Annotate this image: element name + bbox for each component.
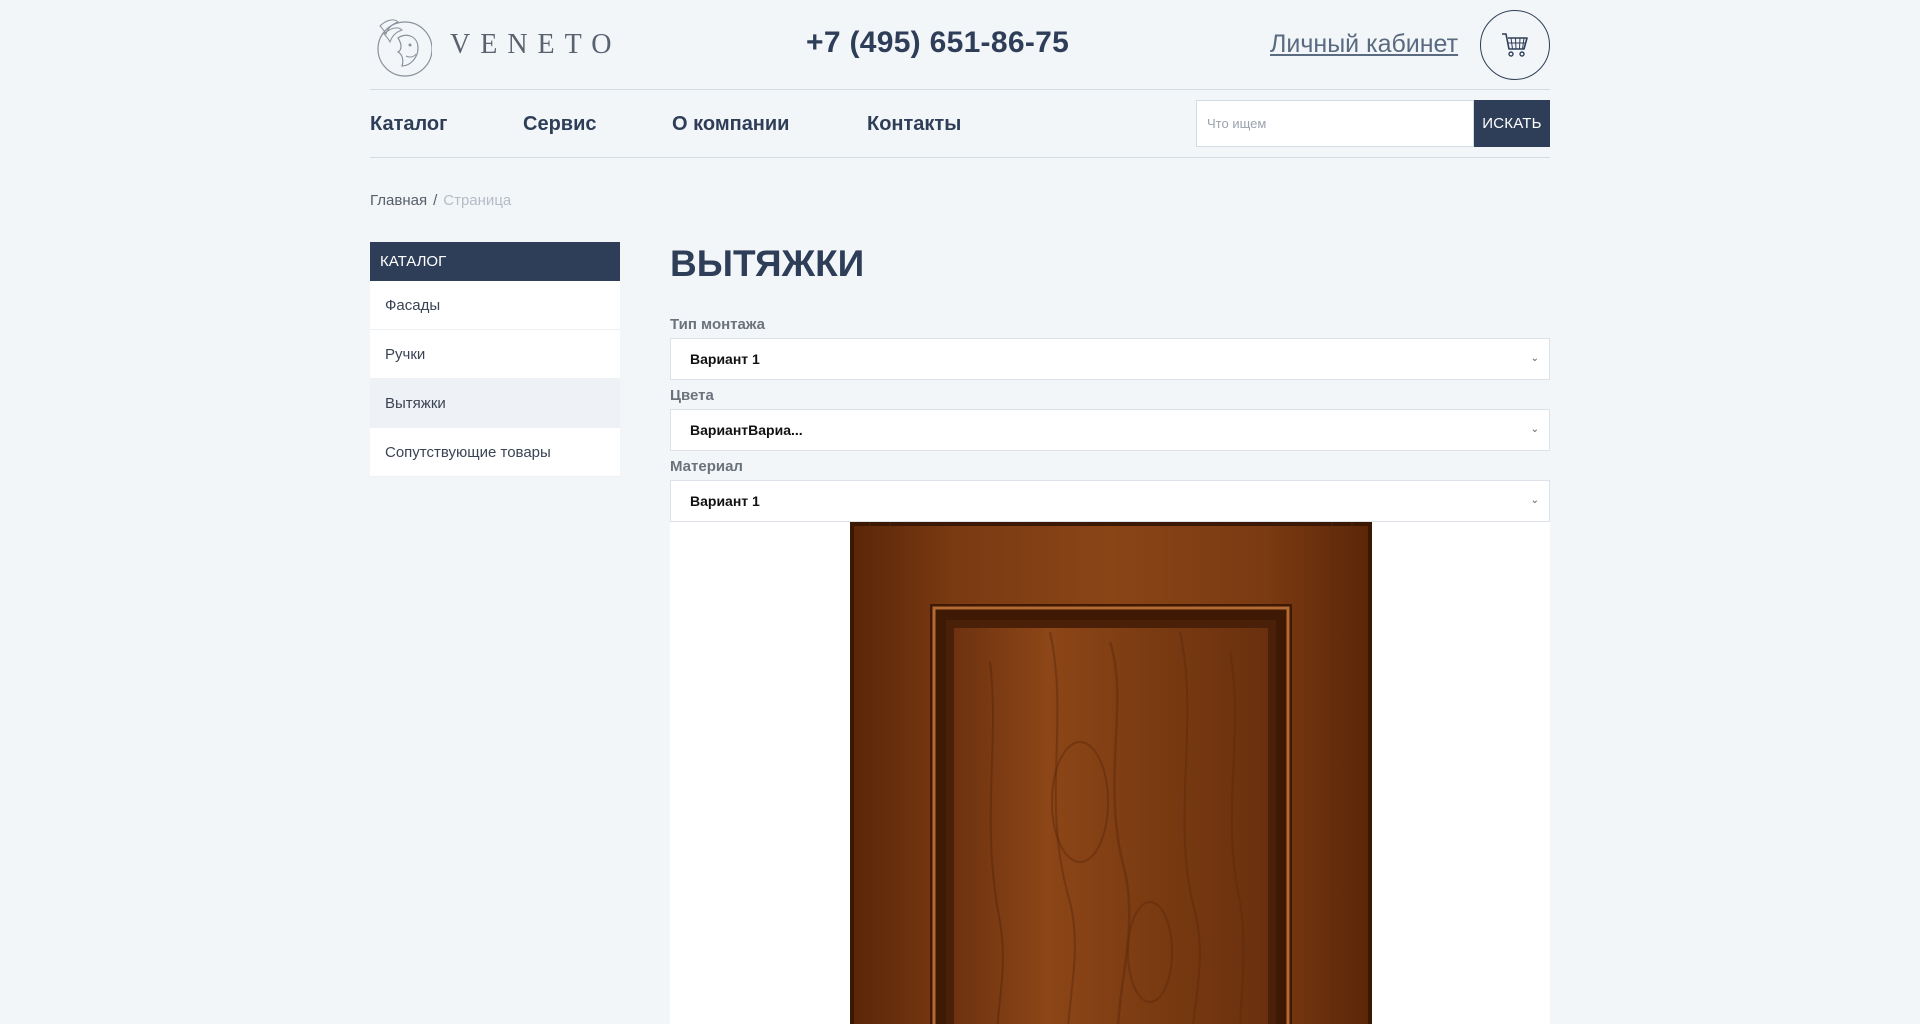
sidebar-heading: КАТАЛОГ bbox=[370, 242, 620, 281]
search-form: ИСКАТЬ bbox=[1196, 100, 1550, 147]
site-header: VENETO +7 (495) 651-86-75 Личный кабинет bbox=[370, 0, 1550, 90]
sidebar-item-handles[interactable]: Ручки bbox=[370, 330, 620, 379]
chevron-down-icon: ⌄ bbox=[1530, 424, 1539, 435]
breadcrumb-separator: / bbox=[433, 192, 438, 209]
chevron-down-icon: ⌄ bbox=[1530, 353, 1539, 364]
catalog-sidebar: КАТАЛОГ Фасады Ручки Вытяжки Сопутствующ… bbox=[370, 242, 620, 477]
breadcrumb-current: Страница bbox=[443, 192, 512, 209]
sidebar-item-facades[interactable]: Фасады bbox=[370, 281, 620, 330]
filter-label-material: Материал bbox=[670, 458, 743, 475]
nav-item-catalog[interactable]: Каталог bbox=[370, 113, 447, 136]
colors-value: ВариантВариа... bbox=[690, 422, 803, 438]
logo-lion-icon bbox=[377, 19, 432, 77]
logo-text: VENETO bbox=[450, 29, 622, 60]
nav-item-about[interactable]: О компании bbox=[672, 113, 789, 136]
material-select[interactable]: Вариант 1 ⌄ bbox=[670, 480, 1550, 522]
breadcrumb-home[interactable]: Главная bbox=[370, 192, 427, 209]
product-image bbox=[670, 522, 1550, 1024]
page-title: ВЫТЯЖКИ bbox=[670, 243, 865, 284]
main-content: ВЫТЯЖКИ Тип монтажа Вариант 1 ⌄ Цвета Ва… bbox=[670, 242, 1550, 1024]
breadcrumb: Главная / Страница bbox=[370, 192, 511, 209]
wooden-door-image bbox=[850, 522, 1372, 1024]
filter-label-colors: Цвета bbox=[670, 387, 714, 404]
mount-type-value: Вариант 1 bbox=[690, 351, 760, 367]
main-nav: Каталог Сервис О компании Контакты ИСКАТ… bbox=[370, 90, 1550, 158]
chevron-down-icon: ⌄ bbox=[1530, 495, 1539, 506]
page: VENETO +7 (495) 651-86-75 Личный кабинет… bbox=[370, 0, 1550, 1024]
sidebar-item-related-goods[interactable]: Сопутствующие товары bbox=[370, 428, 620, 477]
nav-item-contacts[interactable]: Контакты bbox=[867, 113, 961, 136]
mount-type-select[interactable]: Вариант 1 ⌄ bbox=[670, 338, 1550, 380]
nav-item-service[interactable]: Сервис bbox=[523, 113, 597, 136]
cart-button[interactable] bbox=[1480, 10, 1550, 80]
filter-label-mount-type: Тип монтажа bbox=[670, 316, 766, 333]
sidebar-item-hoods[interactable]: Вытяжки bbox=[370, 379, 620, 428]
search-input[interactable] bbox=[1196, 100, 1474, 147]
material-value: Вариант 1 bbox=[690, 493, 760, 509]
cart-icon bbox=[1502, 33, 1528, 57]
logo[interactable]: VENETO bbox=[372, 12, 621, 78]
colors-select[interactable]: ВариантВариа... ⌄ bbox=[670, 409, 1550, 451]
search-button[interactable]: ИСКАТЬ bbox=[1474, 100, 1550, 147]
personal-account-link[interactable]: Личный кабинет bbox=[1270, 30, 1458, 59]
phone-number[interactable]: +7 (495) 651-86-75 bbox=[806, 26, 1069, 60]
